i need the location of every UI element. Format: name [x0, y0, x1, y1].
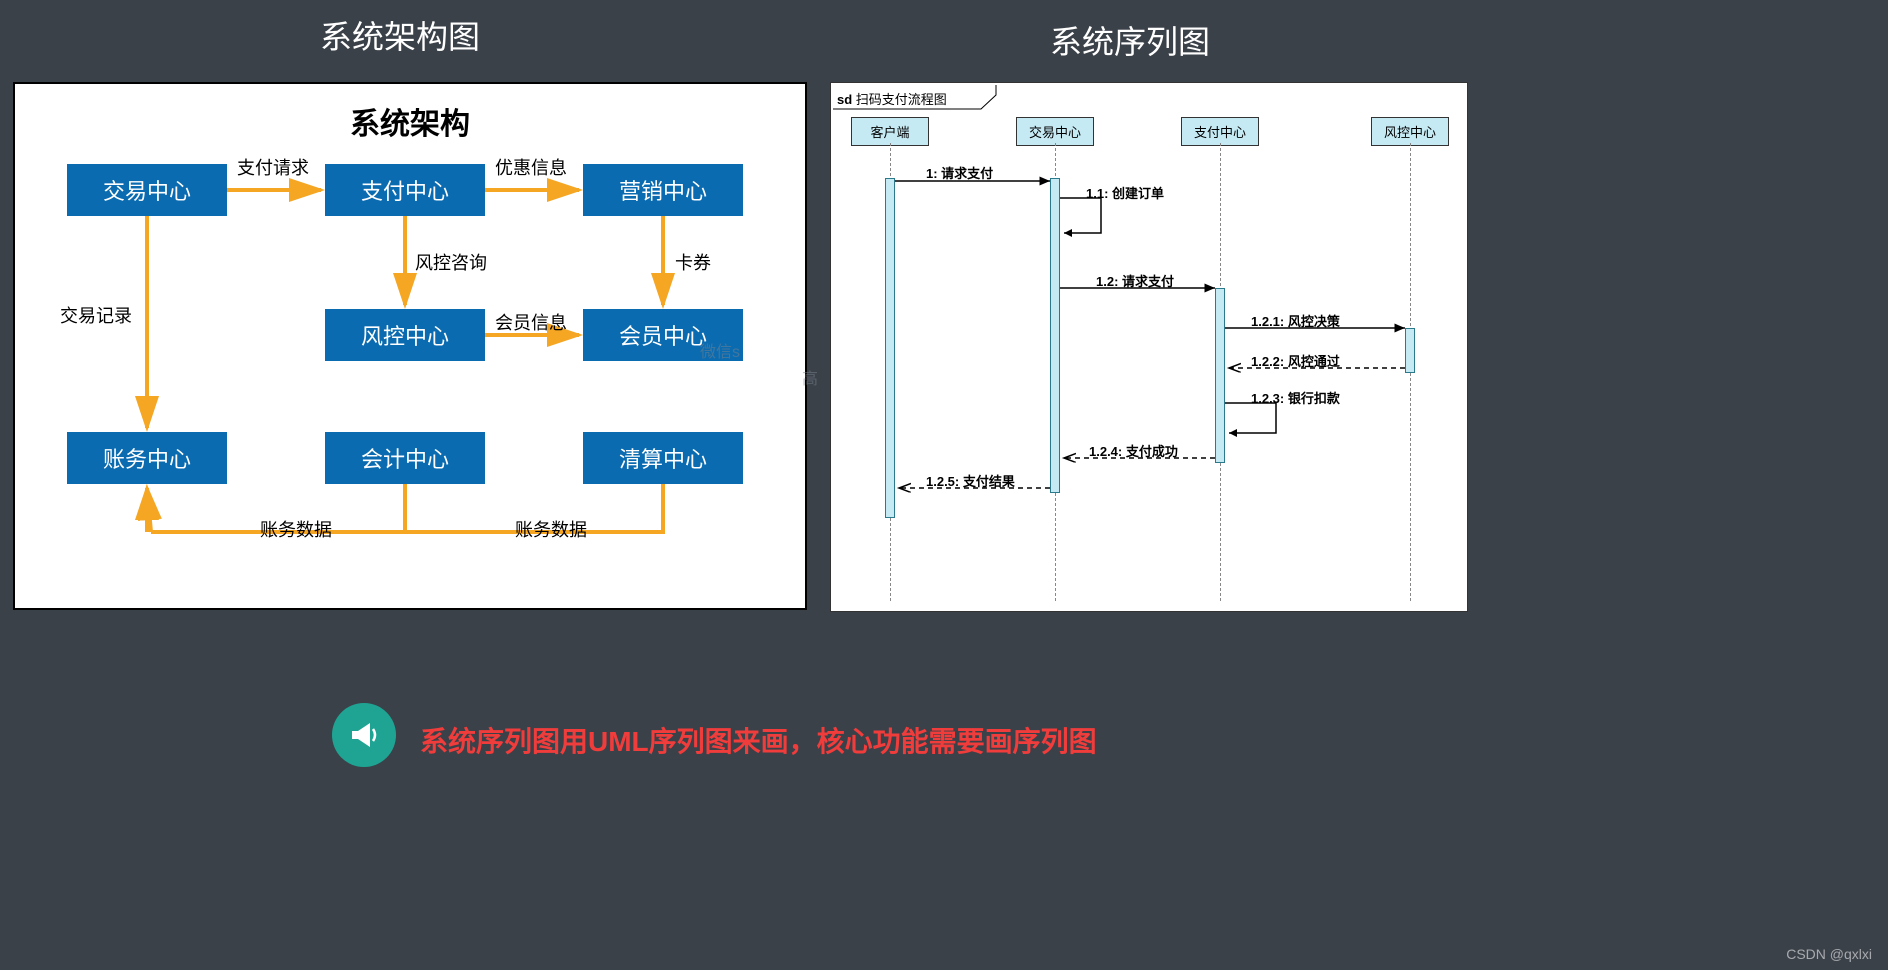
- sequence-panel: sd 扫码支付流程图 客户端 交易中心 支付中心 风控中心: [830, 82, 1468, 612]
- label-account-data-2: 账务数据: [515, 516, 587, 542]
- megaphone-icon: [332, 703, 396, 767]
- msg-1-2: 1.2: 请求支付: [1096, 271, 1174, 290]
- ghost-line-2: 高: [802, 365, 818, 389]
- left-title: 系统架构图: [320, 12, 480, 58]
- architecture-arrows: [15, 84, 809, 612]
- callout-part-b: UML: [588, 726, 649, 757]
- msg-1-2-3: 1.2.3: 银行扣款: [1251, 388, 1340, 407]
- msg-1-2-1: 1.2.1: 风控决策: [1251, 311, 1340, 330]
- label-card-coupon: 卡券: [675, 249, 711, 275]
- msg-1-2-5: 1.2.5: 支付结果: [926, 471, 1015, 490]
- right-title: 系统序列图: [1050, 17, 1210, 63]
- callout-part-c: 序列图来画，核心功能需要画序列图: [649, 726, 1097, 757]
- callout-text: 系统序列图用UML序列图来画，核心功能需要画序列图: [420, 720, 1097, 760]
- label-risk-consult: 风控咨询: [415, 249, 487, 275]
- callout-part-a: 系统序列图用: [420, 726, 588, 757]
- architecture-panel: 系统架构 交易中心 支付中心 营销中心 风控中心 会员中心 账务中心 会计中心 …: [13, 82, 807, 610]
- label-trade-record: 交易记录: [60, 302, 132, 328]
- watermark: CSDN @qxlxi: [1786, 946, 1872, 962]
- label-member-info: 会员信息: [495, 309, 567, 335]
- label-account-data-1: 账务数据: [260, 516, 332, 542]
- msg-1-1: 1.1: 创建订单: [1086, 183, 1164, 202]
- ghost-line-1: 微信s: [700, 338, 740, 362]
- msg-1: 1: 请求支付: [926, 163, 993, 182]
- msg-1-2-4: 1.2.4: 支付成功: [1089, 441, 1178, 460]
- msg-1-2-2: 1.2.2: 风控通过: [1251, 351, 1340, 370]
- label-pay-request: 支付请求: [237, 154, 309, 180]
- label-discount: 优惠信息: [495, 154, 567, 180]
